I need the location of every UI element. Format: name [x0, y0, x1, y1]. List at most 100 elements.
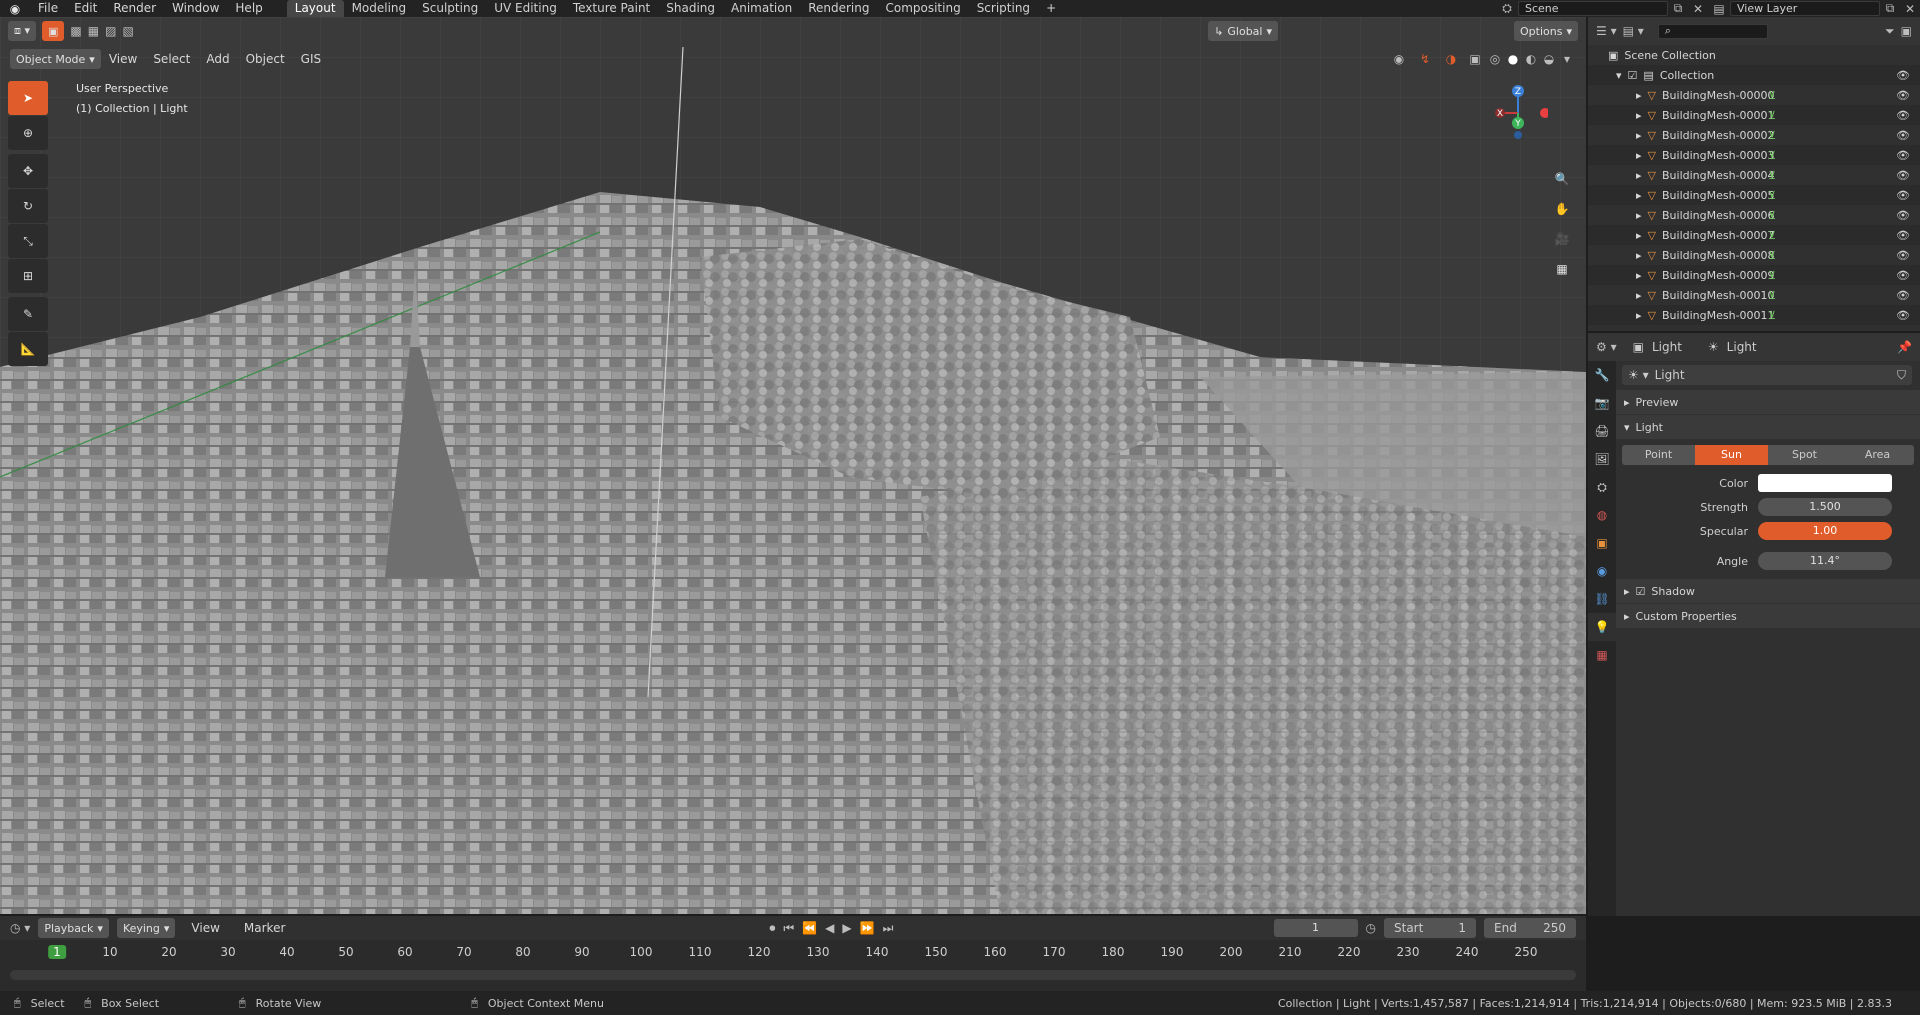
play-reverse-icon[interactable]: ◀ — [825, 921, 834, 935]
mesh-data-icon[interactable]: ⊻ — [1768, 249, 1776, 262]
scale-tool-icon[interactable]: ⤡ — [8, 224, 48, 258]
mesh-data-icon[interactable]: ⊻ — [1768, 109, 1776, 122]
menu-file[interactable]: File — [30, 0, 66, 17]
shading-material-icon[interactable]: ◐ — [1522, 52, 1540, 66]
editor-type-button[interactable]: ⧈ ▾ — [8, 21, 37, 41]
expand-arrow-icon[interactable]: ▸ — [1636, 229, 1642, 242]
measure-tool-icon[interactable]: 📐 — [8, 332, 48, 366]
angle-field[interactable]: 11.4° — [1758, 552, 1892, 570]
jump-start-icon[interactable]: ⏮ — [783, 921, 794, 936]
mesh-data-icon[interactable]: ⊻ — [1768, 149, 1776, 162]
menu-render[interactable]: Render — [105, 0, 164, 17]
physics-tab-icon[interactable]: ◉ — [1588, 557, 1616, 585]
custom-properties-header[interactable]: ▸ Custom Properties — [1616, 604, 1920, 628]
scene-icon[interactable]: ⛭ — [1496, 1, 1518, 16]
record-icon[interactable]: ⏺ — [769, 921, 775, 936]
jump-end-icon[interactable]: ⏭ — [883, 921, 894, 936]
zoom-icon[interactable]: 🔍 — [1550, 167, 1574, 191]
eye-icon[interactable]: 👁 — [1896, 209, 1910, 222]
outliner-item[interactable]: ▸ ▽ BuildingMesh-00007 ⊻ 👁 — [1588, 225, 1920, 245]
transform-tool-icon[interactable]: ⊞ — [8, 259, 48, 293]
mesh-data-icon[interactable]: ⊻ — [1768, 89, 1776, 102]
eye-icon[interactable]: 👁 — [1896, 229, 1910, 242]
pan-hand-icon[interactable]: ✋ — [1550, 197, 1574, 221]
expand-arrow-icon[interactable]: ▸ — [1636, 209, 1642, 222]
eye-icon[interactable]: 👁 — [1896, 149, 1910, 162]
outliner-item[interactable]: ▸ ▽ BuildingMesh-00004 ⊻ 👁 — [1588, 165, 1920, 185]
timeline-editor-type-icon[interactable]: ◷ ▾ — [10, 921, 30, 935]
eye-icon[interactable]: 👁 — [1896, 249, 1910, 262]
timeline-menu-marker[interactable]: Marker — [236, 921, 293, 935]
mode-dropdown[interactable]: Object Mode ▾ — [10, 49, 101, 69]
light-data-tab-icon[interactable]: 💡 — [1588, 613, 1616, 641]
display-mode-icon[interactable]: ▤ ▾ — [1623, 24, 1644, 38]
outliner-editor-type-icon[interactable]: ☰ ▾ — [1596, 24, 1617, 38]
light-type-sun[interactable]: Sun — [1695, 445, 1768, 465]
copy-scene-icon[interactable]: ⧉ — [1668, 1, 1688, 16]
pin-icon[interactable]: 📌 — [1897, 340, 1912, 354]
eye-icon[interactable]: 👁 — [1896, 109, 1910, 122]
shadow-checkbox-icon[interactable]: ☑ — [1636, 585, 1646, 598]
outliner-item[interactable]: ▸ ▽ BuildingMesh-00006 ⊻ 👁 — [1588, 205, 1920, 225]
output-tab-icon[interactable]: 🖨 — [1588, 417, 1616, 445]
shading-rendered-icon[interactable]: ◒ — [1540, 52, 1558, 66]
viewport-menu-object[interactable]: Object — [238, 52, 293, 66]
texture-tab-icon[interactable]: ▦ — [1588, 641, 1616, 669]
outliner-item[interactable]: ▸ ▽ BuildingMesh-00005 ⊻ 👁 — [1588, 185, 1920, 205]
view-layer-icon[interactable]: ▤ — [1708, 2, 1730, 16]
mesh-data-icon[interactable]: ⊻ — [1768, 229, 1776, 242]
overlay-icon[interactable]: ◑ — [1438, 52, 1464, 66]
timeline-scrollbar[interactable] — [10, 970, 1576, 980]
camera-view-icon[interactable]: 🎥 — [1550, 227, 1574, 251]
cursor-tool-icon[interactable]: ⊕ — [8, 116, 48, 150]
preview-range-icon[interactable]: ◷ — [1366, 921, 1376, 935]
shading-solid-icon[interactable]: ● — [1504, 52, 1522, 66]
expand-arrow-icon[interactable]: ▸ — [1636, 129, 1642, 142]
options-dropdown[interactable]: Options ▾ — [1514, 21, 1578, 41]
3d-viewport[interactable]: ⧈ ▾ ▣ ▩ ▦ ▨ ▧ ↳ Global ▾ Options ▾ Object… — [0, 17, 1586, 914]
shadow-panel-header[interactable]: ▸ ☑ Shadow — [1616, 579, 1920, 603]
light-type-spot[interactable]: Spot — [1768, 445, 1841, 465]
ortho-toggle-icon[interactable]: ▦ — [1550, 257, 1574, 281]
expand-arrow-icon[interactable]: ▸ — [1636, 269, 1642, 282]
next-keyframe-icon[interactable]: ⏩ — [860, 921, 875, 935]
light-panel-header[interactable]: ▾ Light — [1616, 415, 1920, 439]
eye-icon[interactable]: 👁 — [1896, 269, 1910, 282]
frame-ruler[interactable]: 1 10 20 30 40 50 60 70 80 90 100 110 120 130 140 150 160… — [0, 940, 1586, 966]
select-tool-icon[interactable]: ➤ — [8, 81, 48, 115]
world-tab-icon[interactable]: ◍ — [1588, 501, 1616, 529]
workspace-tab-texture-paint[interactable]: Texture Paint — [565, 0, 658, 17]
select-box-subtract-icon[interactable]: ▨ — [105, 24, 116, 38]
workspace-tab-shading[interactable]: Shading — [658, 0, 723, 17]
outliner-item[interactable]: ▸ ▽ BuildingMesh-00008 ⊻ 👁 — [1588, 245, 1920, 265]
mesh-data-icon[interactable]: ⊻ — [1768, 289, 1776, 302]
light-type-area[interactable]: Area — [1841, 445, 1914, 465]
mesh-data-icon[interactable]: ⊻ — [1768, 129, 1776, 142]
mesh-data-icon[interactable]: ⊻ — [1768, 189, 1776, 202]
workspace-tab-animation[interactable]: Animation — [723, 0, 800, 17]
remove-view-layer-icon[interactable]: ✕ — [1900, 2, 1920, 16]
strength-field[interactable]: 1.500 — [1758, 498, 1892, 516]
menu-help[interactable]: Help — [227, 0, 270, 17]
play-icon[interactable]: ▶ — [842, 921, 851, 935]
outliner-item[interactable]: ▸ ▽ BuildingMesh-00011 ⊻ 👁 — [1588, 305, 1920, 325]
scene-selector[interactable]: Scene — [1518, 1, 1668, 16]
properties-editor-type-icon[interactable]: ⚙ ▾ — [1596, 340, 1617, 354]
constraints-tab-icon[interactable]: ⛓ — [1588, 585, 1616, 613]
mesh-data-icon[interactable]: ⊻ — [1768, 169, 1776, 182]
outliner-item[interactable]: ▸ ▽ BuildingMesh-00000 ⊻ 👁 — [1588, 85, 1920, 105]
copy-view-layer-icon[interactable]: ⧉ — [1880, 1, 1900, 16]
select-mode-button[interactable]: ▣ — [42, 21, 65, 41]
eye-icon[interactable]: 👁 — [1896, 129, 1910, 142]
expand-arrow-icon[interactable]: ▾ — [1616, 69, 1622, 82]
light-type-point[interactable]: Point — [1622, 445, 1695, 465]
specular-slider[interactable]: 1.00 — [1758, 522, 1892, 540]
scene-collection-row[interactable]: ▣ Scene Collection — [1588, 45, 1920, 65]
eye-icon[interactable]: 👁 — [1896, 69, 1910, 82]
outliner-search-input[interactable]: ⌕ — [1657, 23, 1768, 39]
viewport-menu-add[interactable]: Add — [198, 52, 237, 66]
expand-arrow-icon[interactable]: ▸ — [1636, 249, 1642, 262]
view-layer-selector[interactable]: View Layer — [1730, 1, 1880, 16]
workspace-tab-scripting[interactable]: Scripting — [969, 0, 1038, 17]
timeline-menu-view[interactable]: View — [183, 921, 227, 935]
